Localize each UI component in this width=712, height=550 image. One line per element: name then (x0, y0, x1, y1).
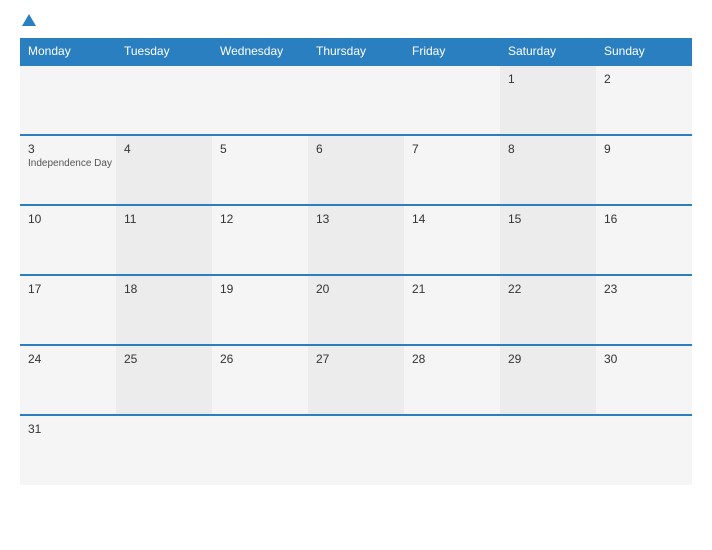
calendar: MondayTuesdayWednesdayThursdayFridaySatu… (0, 0, 712, 550)
calendar-cell: 18 (116, 275, 212, 345)
weekday-header-row: MondayTuesdayWednesdayThursdayFridaySatu… (20, 38, 692, 65)
weekday-header-friday: Friday (404, 38, 500, 65)
day-number: 14 (412, 212, 496, 226)
holiday-label: Independence Day (28, 158, 112, 169)
day-number: 1 (508, 72, 592, 86)
calendar-cell: 23 (596, 275, 692, 345)
day-number: 22 (508, 282, 592, 296)
calendar-cell (20, 65, 116, 135)
logo-area (20, 16, 36, 28)
calendar-cell: 14 (404, 205, 500, 275)
calendar-cell: 29 (500, 345, 596, 415)
day-number: 11 (124, 212, 208, 226)
calendar-cell: 26 (212, 345, 308, 415)
day-number: 17 (28, 282, 112, 296)
calendar-cell (308, 415, 404, 485)
day-number: 28 (412, 352, 496, 366)
calendar-week-row: 3 Independence Day 456789 (20, 135, 692, 205)
day-number: 10 (28, 212, 112, 226)
day-number: 25 (124, 352, 208, 366)
calendar-week-row: 24 25 26 27 28 29 30 (20, 345, 692, 415)
weekday-header-tuesday: Tuesday (116, 38, 212, 65)
calendar-cell: 16 (596, 205, 692, 275)
day-number: 5 (220, 142, 304, 156)
calendar-cell: 10 (20, 205, 116, 275)
calendar-cell: 17 (20, 275, 116, 345)
day-number: 18 (124, 282, 208, 296)
day-number: 19 (220, 282, 304, 296)
calendar-cell (116, 65, 212, 135)
calendar-table: MondayTuesdayWednesdayThursdayFridaySatu… (20, 38, 692, 485)
day-number: 20 (316, 282, 400, 296)
calendar-cell (212, 415, 308, 485)
calendar-cell: 4 (116, 135, 212, 205)
calendar-cell (308, 65, 404, 135)
calendar-thead: MondayTuesdayWednesdayThursdayFridaySatu… (20, 38, 692, 65)
calendar-cell: 2 (596, 65, 692, 135)
calendar-cell: 6 (308, 135, 404, 205)
calendar-cell (404, 415, 500, 485)
calendar-cell: 31 (20, 415, 116, 485)
calendar-cell: 27 (308, 345, 404, 415)
weekday-header-wednesday: Wednesday (212, 38, 308, 65)
day-number: 15 (508, 212, 592, 226)
day-number: 7 (412, 142, 496, 156)
day-number: 23 (604, 282, 688, 296)
calendar-cell: 28 (404, 345, 500, 415)
day-number: 13 (316, 212, 400, 226)
calendar-cell: 7 (404, 135, 500, 205)
day-number: 16 (604, 212, 688, 226)
day-number: 27 (316, 352, 400, 366)
calendar-cell: 19 (212, 275, 308, 345)
day-number: 2 (604, 72, 688, 86)
calendar-cell: 8 (500, 135, 596, 205)
day-number: 6 (316, 142, 400, 156)
calendar-week-row: 17 18 19 20 21 22 23 (20, 275, 692, 345)
calendar-week-row: 10 11 12 13 14 15 16 (20, 205, 692, 275)
day-number: 21 (412, 282, 496, 296)
day-number: 12 (220, 212, 304, 226)
calendar-cell: 22 (500, 275, 596, 345)
weekday-header-monday: Monday (20, 38, 116, 65)
day-number: 8 (508, 142, 592, 156)
day-number: 30 (604, 352, 688, 366)
day-number: 26 (220, 352, 304, 366)
calendar-cell: 5 (212, 135, 308, 205)
calendar-cell (404, 65, 500, 135)
calendar-cell (116, 415, 212, 485)
calendar-cell: 21 (404, 275, 500, 345)
day-number: 31 (28, 422, 112, 436)
calendar-cell: 12 (212, 205, 308, 275)
day-number: 3 (28, 142, 112, 156)
weekday-header-sunday: Sunday (596, 38, 692, 65)
calendar-header (20, 16, 692, 28)
calendar-cell: 9 (596, 135, 692, 205)
calendar-cell: 13 (308, 205, 404, 275)
day-number: 4 (124, 142, 208, 156)
logo-triangle-icon (22, 14, 36, 26)
calendar-cell: 25 (116, 345, 212, 415)
calendar-cell: 3 Independence Day (20, 135, 116, 205)
calendar-body: 123Independence Day456789101112131415161… (20, 65, 692, 485)
calendar-week-row: 12 (20, 65, 692, 135)
day-number: 29 (508, 352, 592, 366)
calendar-cell: 30 (596, 345, 692, 415)
calendar-cell: 11 (116, 205, 212, 275)
calendar-week-row: 31 (20, 415, 692, 485)
calendar-cell (500, 415, 596, 485)
weekday-header-thursday: Thursday (308, 38, 404, 65)
day-number: 9 (604, 142, 688, 156)
calendar-cell: 1 (500, 65, 596, 135)
calendar-cell: 24 (20, 345, 116, 415)
calendar-cell: 20 (308, 275, 404, 345)
calendar-cell (596, 415, 692, 485)
day-number: 24 (28, 352, 112, 366)
weekday-header-saturday: Saturday (500, 38, 596, 65)
calendar-cell: 15 (500, 205, 596, 275)
calendar-cell (212, 65, 308, 135)
